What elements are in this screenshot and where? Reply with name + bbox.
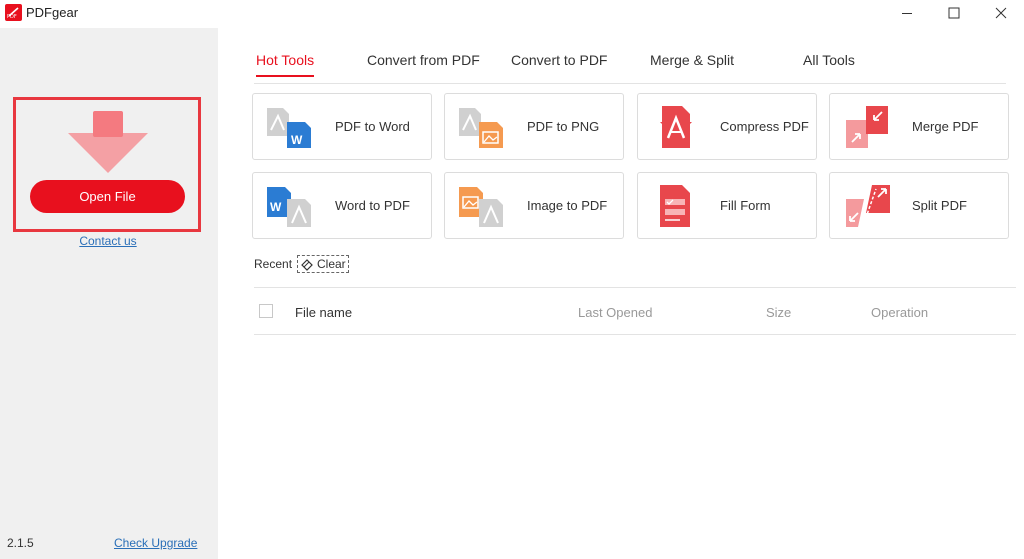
clear-icon [301, 258, 313, 271]
download-arrow-icon [68, 111, 148, 173]
title-bar: PDF PDFgear [0, 0, 1024, 28]
split-pdf-card[interactable]: Split PDF [829, 172, 1009, 239]
column-file-name[interactable]: File name [295, 305, 352, 320]
svg-text:PDF: PDF [7, 14, 17, 20]
split-pdf-icon [846, 185, 890, 227]
merge-pdf-card[interactable]: Merge PDF [829, 93, 1009, 160]
word-to-pdf-icon: W [267, 187, 311, 227]
tab-all-tools[interactable]: All Tools [803, 52, 855, 68]
image-to-pdf-icon [459, 187, 503, 227]
tool-label: Fill Form [720, 198, 771, 213]
recent-label: Recent [254, 257, 293, 271]
image-to-pdf-card[interactable]: Image to PDF [444, 172, 624, 239]
select-all-checkbox[interactable] [259, 304, 273, 318]
maximize-icon [948, 7, 960, 19]
svg-text:W: W [270, 200, 282, 214]
app-title: PDFgear [26, 5, 79, 20]
tool-label: Merge PDF [912, 119, 979, 134]
open-file-button[interactable]: Open File [30, 180, 185, 213]
pdf-to-png-icon [459, 108, 503, 148]
fill-form-icon [660, 185, 690, 227]
merge-pdf-icon [846, 106, 888, 148]
version-label: 2.1.5 [7, 536, 34, 550]
pdfgear-logo-icon: PDF [5, 4, 22, 21]
tab-convert-from-pdf[interactable]: Convert from PDF [367, 52, 480, 68]
recent-table-header: File name Last Opened Size Operation [254, 287, 1016, 335]
minimize-button[interactable] [884, 0, 930, 26]
tool-label: Image to PDF [527, 198, 608, 213]
tool-label: Compress PDF [720, 119, 809, 134]
tab-merge-split[interactable]: Merge & Split [650, 52, 734, 68]
clear-label: Clear [317, 257, 346, 271]
column-operation: Operation [871, 305, 929, 320]
svg-text:W: W [291, 133, 303, 147]
check-upgrade-link[interactable]: Check Upgrade [114, 536, 197, 550]
contact-us-link[interactable]: Contact us [0, 234, 216, 248]
tab-hot-tools[interactable]: Hot Tools [256, 52, 314, 68]
word-to-pdf-card[interactable]: W Word to PDF [252, 172, 432, 239]
column-size[interactable]: Size [766, 305, 791, 320]
pdf-to-word-icon: W [267, 108, 311, 148]
minimize-icon [902, 13, 912, 14]
close-icon [995, 7, 1007, 19]
tool-label: Split PDF [912, 198, 967, 213]
maximize-button[interactable] [931, 0, 977, 26]
tab-convert-to-pdf[interactable]: Convert to PDF [511, 52, 607, 68]
compress-pdf-icon [660, 106, 692, 148]
compress-pdf-card[interactable]: Compress PDF [637, 93, 817, 160]
column-last-opened[interactable]: Last Opened [578, 305, 652, 320]
active-tab-indicator [256, 75, 314, 77]
clear-button[interactable]: Clear [297, 255, 349, 273]
sidebar: Open File Contact us 2.1.5 Check Upgrade [0, 28, 218, 559]
tool-label: PDF to PNG [527, 119, 600, 134]
fill-form-card[interactable]: Fill Form [637, 172, 817, 239]
tool-label: Word to PDF [335, 198, 410, 213]
close-button[interactable] [978, 0, 1024, 26]
pdf-to-word-card[interactable]: W PDF to Word [252, 93, 432, 160]
pdf-to-png-card[interactable]: PDF to PNG [444, 93, 624, 160]
tool-tabs: Hot Tools Convert from PDF Convert to PD… [254, 52, 1006, 84]
tool-label: PDF to Word [335, 119, 410, 134]
